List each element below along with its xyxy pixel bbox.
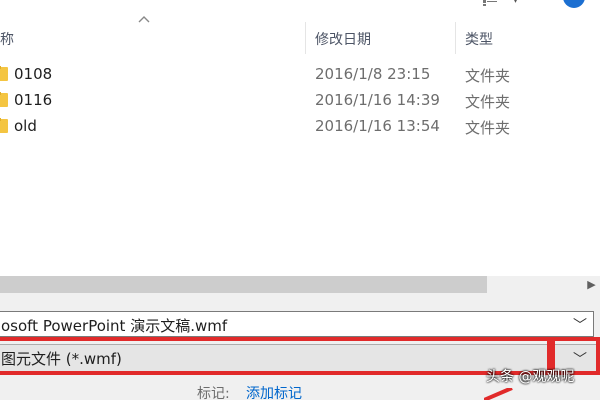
file-row[interactable]: 0116 2016/1/16 14:39 文件夹: [0, 87, 600, 113]
file-type: 文件夹: [465, 67, 511, 85]
view-options-dropdown-icon[interactable]: ▾: [513, 0, 518, 6]
annotation-arrow-icon: [484, 388, 513, 400]
file-date: 2016/1/16 14:39: [315, 91, 440, 109]
column-header-name[interactable]: 称: [0, 29, 14, 49]
folder-icon: [0, 92, 8, 107]
column-divider[interactable]: [305, 22, 306, 54]
file-list-header: 称 修改日期 类型: [0, 22, 600, 54]
column-header-type[interactable]: 类型: [465, 29, 493, 49]
toolbar: ▾: [0, 0, 600, 14]
view-options-icon[interactable]: [483, 0, 497, 6]
add-tags-link[interactable]: 添加标记: [246, 383, 302, 403]
column-divider[interactable]: [455, 22, 456, 54]
file-row[interactable]: 0108 2016/1/8 23:15 文件夹: [0, 61, 600, 87]
column-header-date[interactable]: 修改日期: [315, 29, 371, 49]
chevron-down-icon[interactable]: ﹀: [573, 315, 587, 335]
file-name: old: [14, 117, 37, 135]
horizontal-scrollbar-thumb[interactable]: [0, 276, 487, 293]
filename-value: osoft PowerPoint 演示文稿.wmf: [1, 317, 228, 335]
watermark: 头条 @观观呢: [486, 369, 575, 385]
help-icon[interactable]: [563, 0, 585, 8]
file-date: 2016/1/8 23:15: [315, 65, 431, 83]
folder-icon: [0, 118, 8, 133]
filename-field[interactable]: osoft PowerPoint 演示文稿.wmf ﹀: [0, 311, 594, 337]
scroll-right-icon[interactable]: ▶: [583, 276, 600, 293]
file-type: 文件夹: [465, 119, 511, 137]
file-date: 2016/1/16 13:54: [315, 117, 440, 135]
tags-label: 标记:: [197, 386, 230, 402]
folder-icon: [0, 66, 8, 81]
file-row[interactable]: old 2016/1/16 13:54 文件夹: [0, 113, 600, 139]
file-name: 0116: [14, 91, 53, 109]
file-type: 文件夹: [465, 93, 511, 111]
highlight-box: [0, 337, 555, 375]
file-name: 0108: [14, 65, 53, 83]
